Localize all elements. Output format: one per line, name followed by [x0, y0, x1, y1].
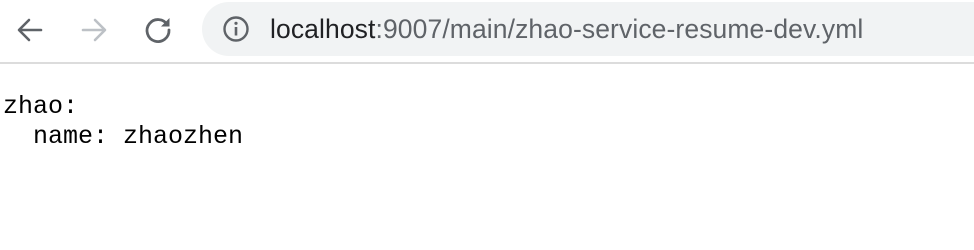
address-bar[interactable]: localhost:9007/main/zhao-service-resume-…	[202, 2, 974, 56]
forward-button[interactable]	[74, 10, 114, 50]
yaml-document: zhao: name: zhaozhen	[3, 92, 243, 152]
url-host: localhost	[270, 14, 376, 44]
browser-toolbar: localhost:9007/main/zhao-service-resume-…	[0, 0, 974, 64]
url-path: :9007/main/zhao-service-resume-dev.yml	[375, 14, 864, 44]
info-circle-icon[interactable]	[222, 15, 250, 43]
arrow-right-icon	[81, 18, 107, 42]
reload-icon	[145, 18, 171, 43]
reload-button[interactable]	[138, 10, 178, 50]
page-content: zhao: name: zhaozhen	[0, 66, 974, 250]
back-button[interactable]	[10, 10, 50, 50]
yaml-line: zhao:	[3, 92, 79, 121]
url-text[interactable]: localhost:9007/main/zhao-service-resume-…	[270, 2, 863, 56]
yaml-line: name: zhaozhen	[3, 122, 244, 151]
arrow-left-icon	[17, 18, 43, 42]
